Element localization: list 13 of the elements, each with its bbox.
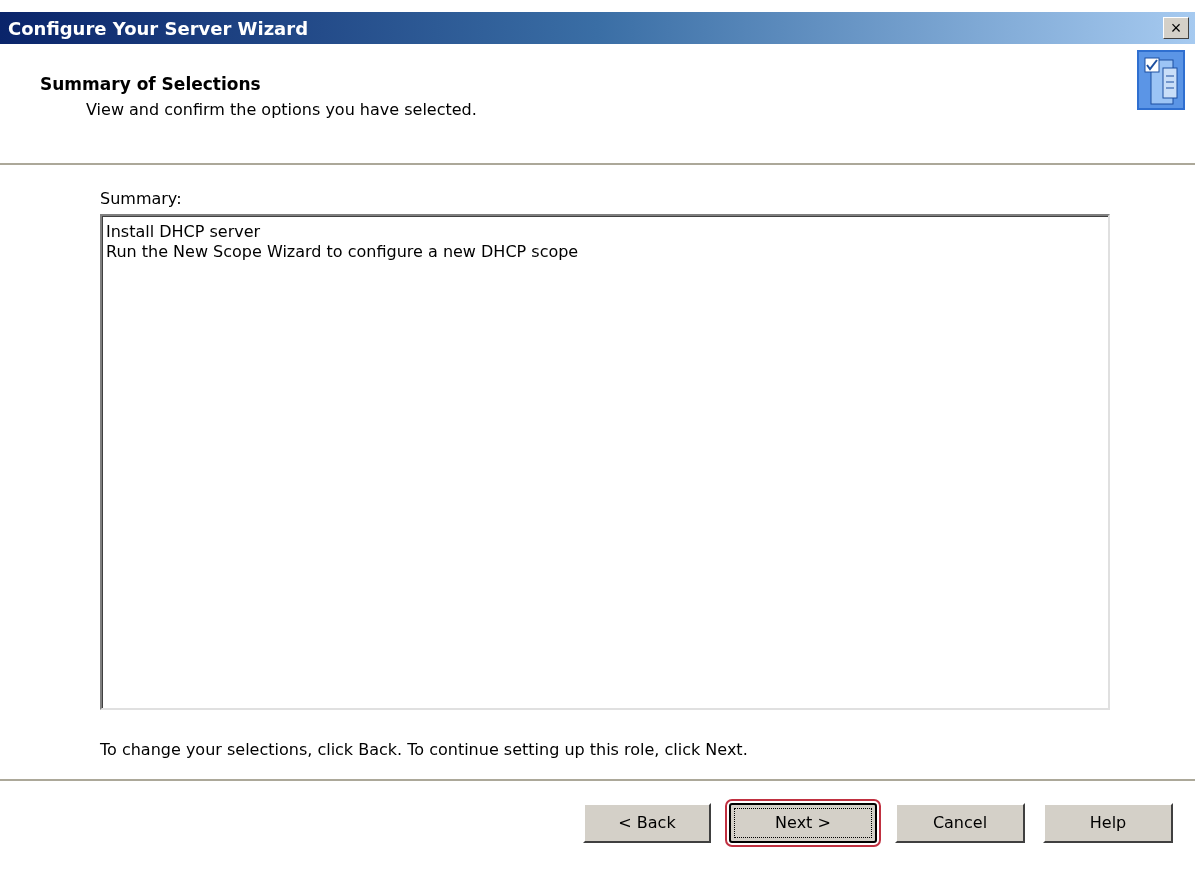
wizard-button[interactable]: Cancel	[895, 803, 1025, 843]
wizard-button[interactable]: < Back	[583, 803, 711, 843]
close-button[interactable]: ×	[1163, 17, 1189, 39]
window-title: Configure Your Server Wizard	[8, 17, 309, 39]
checklist-document-icon	[1137, 50, 1185, 110]
wizard-button[interactable]: Help	[1043, 803, 1173, 843]
page-title: Summary of Selections	[40, 74, 262, 94]
page-subtitle: View and confirm the options you have selected.	[85, 100, 477, 119]
summary-line: Install DHCP server	[106, 222, 262, 242]
summary-box[interactable]: Install DHCP server Run the New Scope Wizard to configure a new DHCP scope	[100, 214, 1110, 710]
instruction-text: To change your selections, click Back. To continue setting up this role, click Next.	[0, 740, 1195, 781]
summary-line: Run the New Scope Wizard to configure a new DHCP scope	[106, 242, 580, 262]
summary-label: Summary:	[100, 189, 183, 208]
